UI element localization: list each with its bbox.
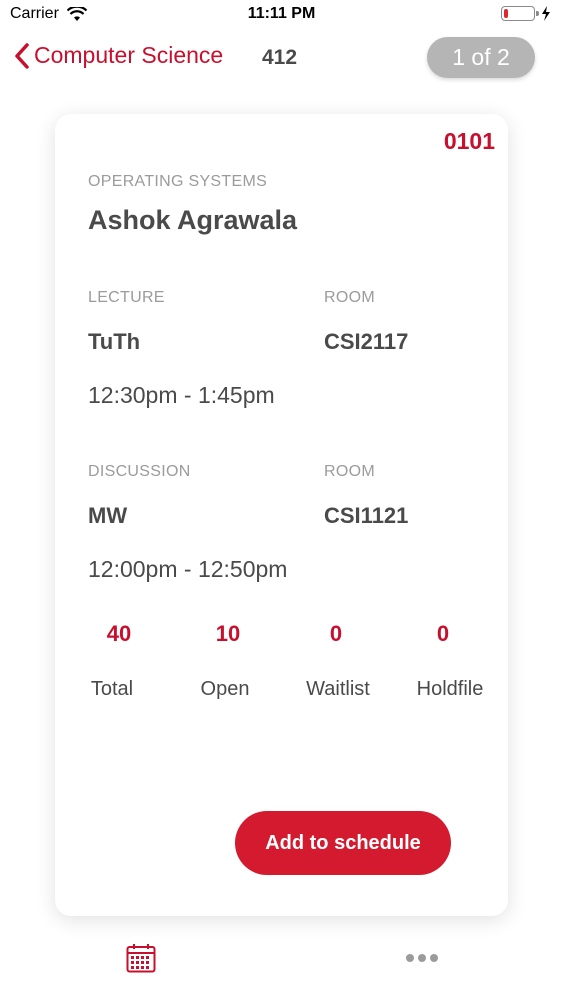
stat-open-label: Open [200,678,250,700]
status-right [501,6,551,21]
discussion-days: MW [88,503,128,528]
status-time: 11:11 PM [247,5,316,22]
back-label: Computer Science [34,42,224,68]
discussion-room: CSI1121 [324,503,409,528]
battery-level [504,9,508,18]
lecture-days: TuTh [88,329,141,354]
section-code: 0101 [443,128,495,154]
discussion-label: DISCUSSION [88,463,191,480]
stat-holdfile-label: Holdfile [416,678,484,700]
chevron-left-icon [15,42,29,69]
discussion-time: 12:00pm - 12:50pm [88,556,288,582]
lecture-time: 12:30pm - 1:45pm [88,382,275,408]
stat-holdfile-value: 0 [436,621,450,646]
page-indicator[interactable]: 1 of 2 [427,37,535,78]
section-card: 0101 OPERATING SYSTEMS Ashok Agrawala LE… [55,114,508,916]
charging-icon [542,6,550,21]
more-icon[interactable] [406,954,438,962]
stat-open-value: 10 [215,621,241,646]
lecture-label: LECTURE [88,289,165,306]
status-bar: Carrier 11:11 PM [0,0,563,30]
more-dot [418,954,426,962]
more-dot [430,954,438,962]
stat-total-value: 40 [106,621,132,646]
nav-bar: Computer Science 412 1 of 2 [0,30,563,90]
course-title: OPERATING SYSTEMS [88,173,268,190]
stat-waitlist-value: 0 [329,621,343,646]
calendar-icon[interactable] [126,943,156,973]
battery-icon [501,6,539,21]
discussion-room-label: ROOM [324,463,375,480]
lecture-room: CSI2117 [324,329,409,354]
add-to-schedule-button[interactable]: Add to schedule [235,811,451,875]
instructor-name: Ashok Agrawala [88,205,298,235]
lecture-room-label: ROOM [324,289,375,306]
stat-total-label: Total [90,678,134,700]
tab-bar [0,930,563,1000]
more-dot [406,954,414,962]
stat-waitlist-label: Waitlist [306,678,370,700]
back-button[interactable]: Computer Science [14,42,223,69]
course-number: 412 [262,46,298,69]
